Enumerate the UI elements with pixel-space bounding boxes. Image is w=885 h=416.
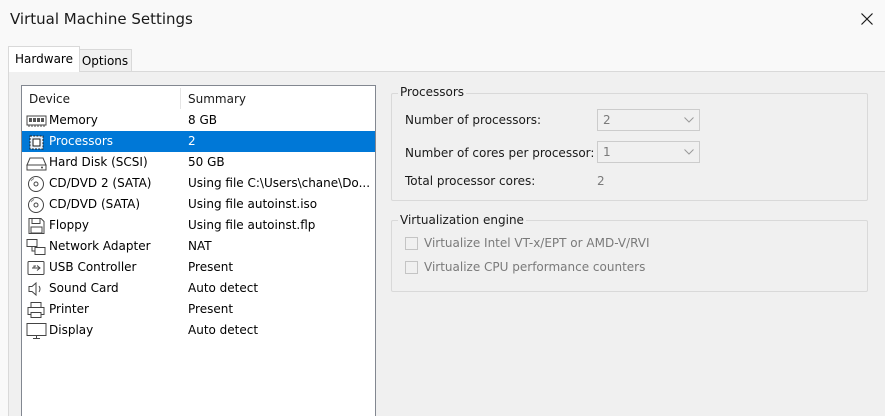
cd-dvd-icon [28,197,44,213]
device-summary: NAT [188,239,212,253]
device-name: Display [49,323,94,337]
device-name: Hard Disk (SCSI) [49,155,148,169]
virtualize-vtx-label: Virtualize Intel VT-x/EPT or AMD-V/RVI [424,236,650,250]
device-list[interactable]: Device Summary Memory 8 GB Processors 2 … [21,85,376,416]
device-row-usb-controller[interactable]: USB Controller Present [22,257,375,278]
device-name: CD/DVD (SATA) [49,197,141,211]
chevron-down-icon [684,149,694,155]
floppy-icon [28,218,45,234]
num-processors-select[interactable]: 2 [597,109,700,131]
window-title: Virtual Machine Settings [10,10,193,28]
device-column-header[interactable]: Device [29,92,70,106]
virtualization-engine-group [391,220,868,292]
processors-group-title: Processors [398,85,467,99]
device-row-floppy[interactable]: Floppy Using file autoinst.flp [22,215,375,236]
device-name: Printer [49,302,89,316]
close-button[interactable] [849,0,885,38]
tab-options[interactable]: Options [78,49,132,72]
device-name: Network Adapter [49,239,151,253]
virtualization-engine-group-title: Virtualization engine [398,213,526,227]
device-name: USB Controller [49,260,137,274]
virtualize-cpu-counters-checkbox-row[interactable]: Virtualize CPU performance counters [405,260,705,278]
device-row-cd-dvd-2[interactable]: CD/DVD 2 (SATA) Using file C:\Users\chan… [22,173,375,194]
processor-icon [29,135,44,150]
virtualize-cpu-counters-checkbox[interactable] [405,261,418,274]
total-cores-label: Total processor cores: [405,174,536,188]
virtualize-cpu-counters-label: Virtualize CPU performance counters [424,260,646,274]
device-summary: Present [188,260,234,274]
device-row-sound-card[interactable]: Sound Card Auto detect [22,278,375,299]
column-separator[interactable] [180,88,181,109]
close-icon [861,13,873,25]
device-row-memory[interactable]: Memory 8 GB [22,110,375,131]
num-processors-value: 2 [603,113,611,127]
hard-disk-icon [26,157,47,171]
sound-card-icon [28,281,41,297]
num-processors-label: Number of processors: [405,113,542,127]
device-name: Memory [49,113,98,127]
device-list-header: Device Summary [22,86,375,110]
device-row-display[interactable]: Display Auto detect [22,320,375,341]
device-summary: Using file C:\Users\chane\Do... [188,176,371,190]
cores-per-processor-value: 1 [603,145,611,159]
tab-strip: Hardware Options [0,46,885,72]
summary-column-header[interactable]: Summary [188,92,246,106]
device-row-printer[interactable]: Printer Present [22,299,375,320]
cores-per-processor-label: Number of cores per processor: [405,146,595,160]
virtualize-vtx-checkbox-row[interactable]: Virtualize Intel VT-x/EPT or AMD-V/RVI [405,236,705,254]
chevron-down-icon [684,117,694,123]
printer-icon [27,302,45,318]
device-summary: Present [188,302,234,316]
device-name: Processors [49,134,114,148]
title-bar: Virtual Machine Settings [0,0,885,40]
device-name: Floppy [49,218,89,232]
device-summary: Using file autoinst.iso [188,197,318,211]
display-icon [26,323,47,339]
memory-icon [26,115,47,127]
total-cores-value: 2 [597,174,605,188]
virtualize-vtx-checkbox[interactable] [405,237,418,250]
device-name: Sound Card [49,281,119,295]
device-name: CD/DVD 2 (SATA) [49,176,152,190]
device-row-cd-dvd[interactable]: CD/DVD (SATA) Using file autoinst.iso [22,194,375,215]
device-summary: Auto detect [188,323,259,337]
tab-hardware[interactable]: Hardware [8,46,80,72]
device-row-hard-disk[interactable]: Hard Disk (SCSI) 50 GB [22,152,375,173]
device-row-processors[interactable]: Processors 2 [22,131,375,152]
network-adapter-icon [26,239,46,255]
device-summary: 2 [188,134,196,148]
cores-per-processor-select[interactable]: 1 [597,141,700,163]
device-summary: Using file autoinst.flp [188,218,316,232]
device-summary: 50 GB [188,155,225,169]
usb-controller-icon [27,261,45,275]
cd-dvd-icon [28,176,44,192]
device-summary: 8 GB [188,113,217,127]
device-summary: Auto detect [188,281,259,295]
device-row-network-adapter[interactable]: Network Adapter NAT [22,236,375,257]
